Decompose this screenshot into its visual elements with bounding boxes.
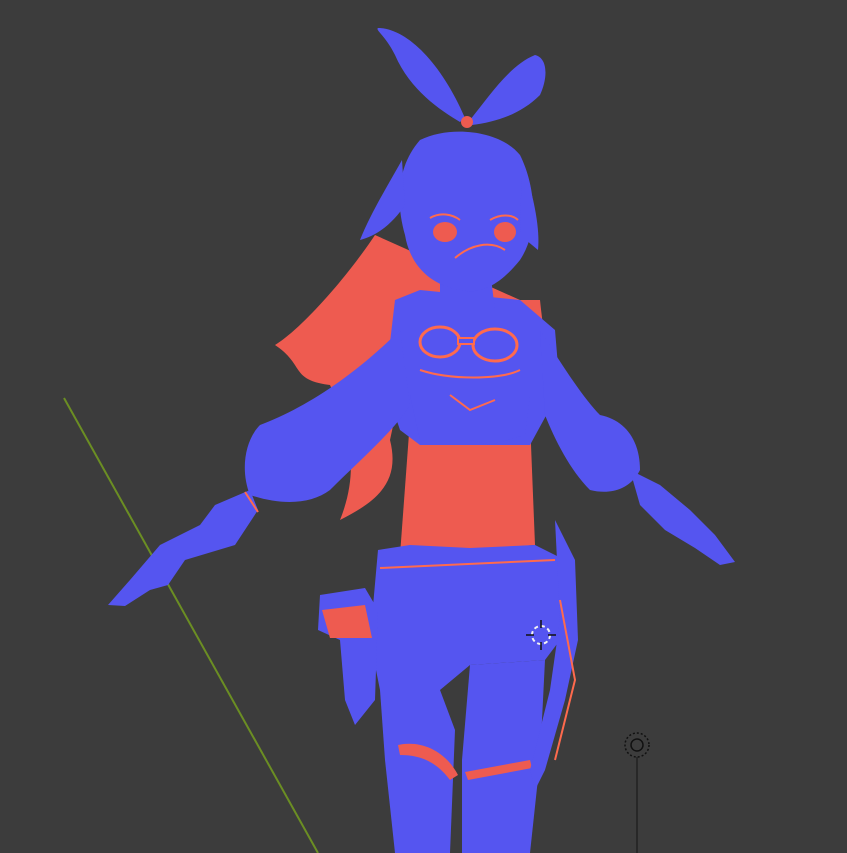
3d-viewport[interactable]: .b { fill: #5555f0; } .r { fill: #ee5b50…	[0, 0, 847, 853]
ribbon-right	[470, 55, 546, 125]
viewport-canvas[interactable]: .b { fill: #5555f0; } .r { fill: #ee5b50…	[0, 0, 847, 853]
side-bangs-right	[520, 160, 539, 250]
right-glove	[630, 470, 735, 565]
head	[399, 131, 534, 292]
light-icon[interactable]	[624, 732, 650, 853]
right-leg	[462, 660, 545, 853]
ribbon-knot	[461, 116, 473, 128]
left-glove	[108, 490, 258, 606]
side-bangs	[360, 160, 405, 240]
ribbon-left	[377, 28, 465, 122]
right-sleeve	[540, 330, 640, 492]
character-model[interactable]	[108, 28, 735, 853]
left-eye	[433, 222, 457, 242]
pouch-flap	[322, 605, 372, 638]
chest-top	[410, 395, 530, 445]
right-eye	[494, 222, 516, 242]
